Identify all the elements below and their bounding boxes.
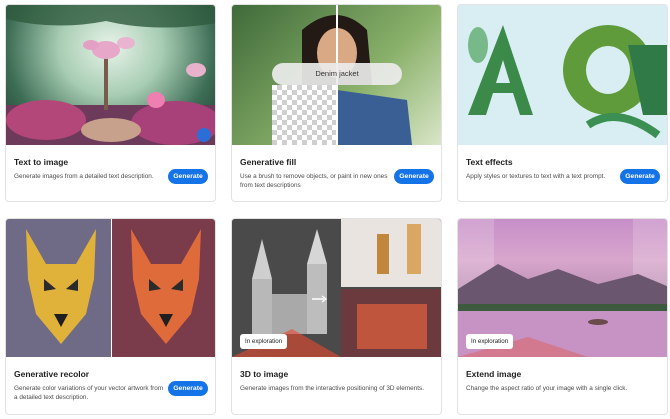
card-description: Generate images from the interactive pos… (240, 385, 425, 392)
text-effects-preview (458, 5, 667, 145)
card-title: Text to image (14, 157, 69, 167)
card-generative-recolor[interactable]: Generative recolor Generate color variat… (5, 218, 216, 415)
card-title: 3D to image (240, 369, 289, 379)
card-title: Generative recolor (14, 369, 90, 379)
in-exploration-badge: In exploration (240, 334, 288, 349)
card-description: Generate color variations of your vector… (14, 385, 164, 401)
card-description: Use a brush to remove objects, or paint … (240, 173, 388, 189)
card-text-effects[interactable]: Text effects Apply styles or textures to… (457, 4, 668, 202)
card-generative-fill[interactable]: Denim jacket Generative fill Use a brush… (231, 4, 442, 202)
prompt-pill[interactable]: Denim jacket (272, 63, 402, 85)
card-title: Text effects (466, 157, 513, 167)
card-3d-to-image[interactable]: In exploration 3D to image Generate imag… (231, 218, 442, 415)
extend-image-preview: In exploration (458, 219, 667, 357)
generate-button[interactable]: Generate (620, 169, 660, 184)
generate-button[interactable]: Generate (394, 169, 434, 184)
prompt-text: Denim jacket (315, 69, 359, 78)
card-title: Generative fill (240, 157, 297, 167)
generative-recolor-preview (6, 219, 215, 357)
card-description: Change the aspect ratio of your image wi… (466, 385, 628, 392)
generative-fill-preview: Denim jacket (232, 5, 441, 145)
card-description: Generate images from a detailed text des… (14, 173, 154, 180)
generate-button[interactable]: Generate (168, 381, 208, 396)
text-to-image-preview (6, 5, 215, 145)
generate-button[interactable]: Generate (168, 169, 208, 184)
card-title: Extend image (466, 369, 522, 379)
card-description: Apply styles or textures to text with a … (466, 173, 606, 180)
card-text-to-image[interactable]: Text to image Generate images from a det… (5, 4, 216, 202)
3d-to-image-preview: In exploration (232, 219, 441, 357)
in-exploration-badge: In exploration (466, 334, 514, 349)
card-extend-image[interactable]: In exploration Extend image Change the a… (457, 218, 668, 415)
